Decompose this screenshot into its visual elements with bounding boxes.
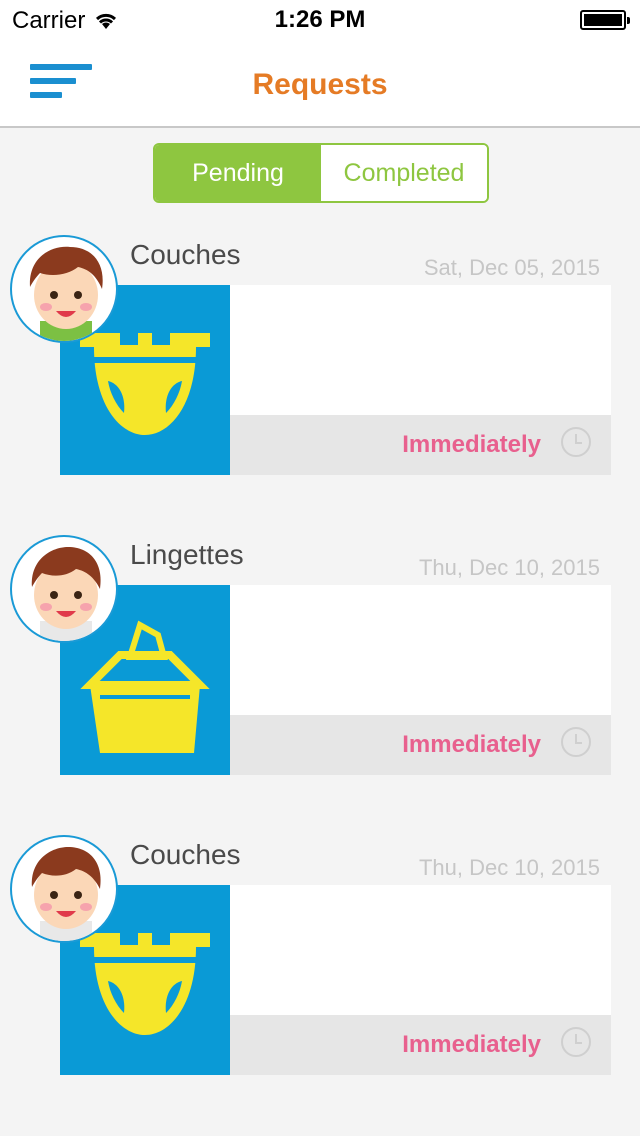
request-card-body: [230, 585, 611, 715]
urgency-label: Immediately: [402, 1031, 541, 1058]
request-card-footer: Immediately: [230, 415, 611, 475]
request-title: Lingettes: [130, 539, 244, 570]
child-avatar: [10, 235, 118, 343]
status-segmented-control: Pending Completed: [153, 143, 489, 203]
request-date: Sat, Dec 05, 2015: [423, 255, 600, 280]
status-bar: Carrier 1:26 PM: [0, 0, 640, 40]
clock-icon: [561, 727, 591, 757]
request-title: Couches: [130, 839, 241, 870]
request-card-footer: Immediately: [230, 1015, 611, 1075]
navigation-bar: Requests: [0, 40, 640, 128]
request-item[interactable]: Immediately Couches Thu, Dec 10, 2015: [0, 835, 640, 1080]
request-date: Thu, Dec 10, 2015: [418, 555, 600, 580]
request-title: Couches: [130, 239, 241, 270]
request-card-body: [230, 285, 611, 415]
clock-icon: [561, 1027, 591, 1057]
clock-icon: [561, 427, 591, 457]
request-card-footer: Immediately: [230, 715, 611, 775]
urgency-label: Immediately: [402, 431, 541, 458]
request-item[interactable]: Immediately Couches Sat, Dec 05, 2015: [0, 235, 640, 480]
request-item[interactable]: Immediately Lingettes Thu, Dec 10, 2015: [0, 535, 640, 780]
page-title: Requests: [252, 68, 388, 101]
child-avatar: [10, 835, 118, 943]
tab-pending[interactable]: Pending: [155, 145, 321, 201]
battery-icon: [580, 10, 630, 30]
request-date: Thu, Dec 10, 2015: [418, 855, 600, 880]
request-card-body: [230, 885, 611, 1015]
urgency-label: Immediately: [402, 731, 541, 758]
child-avatar: [10, 535, 118, 643]
status-time: 1:26 PM: [274, 6, 366, 33]
tab-completed[interactable]: Completed: [321, 145, 487, 201]
